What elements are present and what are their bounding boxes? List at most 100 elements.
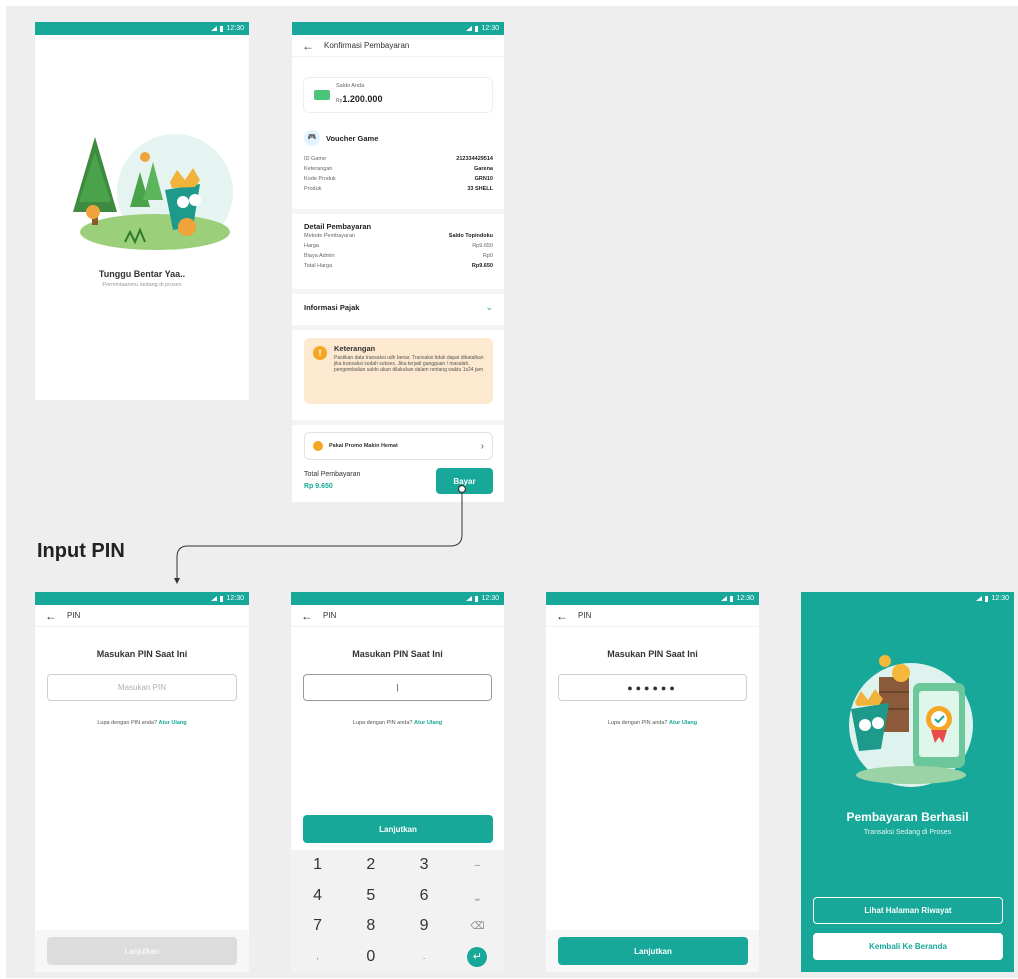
battery-icon (985, 595, 989, 602)
pin-input[interactable]: Masukan PIN (47, 674, 237, 701)
key-6[interactable]: 6 (398, 881, 451, 912)
confirm-screen: 12:30 ← Konfirmasi Pembayaran Saldo Anda… (292, 22, 504, 502)
key-7[interactable]: 7 (291, 911, 344, 942)
loading-illustration (73, 134, 233, 250)
back-arrow-icon[interactable]: ← (556, 610, 568, 622)
enter-key[interactable]: ↵ (451, 942, 504, 973)
continue-button[interactable]: Lanjutkan (47, 937, 237, 965)
numeric-keypad: 1 2 3 – 4 5 6 ⎵ 7 8 9 ⌫ , 0 . ↵ (291, 850, 504, 972)
pin-heading: Masukan PIN Saat Ini (352, 649, 443, 659)
key-3[interactable]: 3 (398, 850, 451, 881)
enter-icon: ↵ (467, 946, 488, 967)
chevron-right-icon: › (480, 440, 484, 452)
tax-title: Informasi Pajak (304, 303, 360, 312)
pin-screen-filled: 12:30 ← PIN Masukan PIN Saat Ini ●●●●●● … (546, 592, 759, 972)
detail-section: Detail Pembayaran Metode Pembayaran Saldo… (304, 222, 493, 271)
total-label: Total Pembayaran (304, 471, 361, 478)
continue-button[interactable]: Lanjutkan (558, 937, 748, 965)
key-2[interactable]: 2 (344, 850, 397, 881)
backspace-icon[interactable]: ⌫ (451, 911, 504, 942)
space-key-icon[interactable]: ⎵ (451, 881, 504, 912)
pin-masked-value: ●●●●●● (627, 682, 678, 693)
note-title: Keterangan (334, 344, 376, 353)
back-arrow-icon[interactable]: ← (45, 610, 57, 622)
voucher-section: 🎮 Voucher Game ID Game 212334429514 Keter… (304, 130, 493, 194)
promo-button[interactable]: Pakai Promo Makin Hemat › (304, 432, 493, 460)
loading-subtitle: Permintaanmu sedang di proses (102, 282, 182, 288)
key-dot[interactable]: . (398, 942, 451, 973)
status-bar: 12:30 (291, 592, 504, 605)
status-time: 12:30 (481, 25, 499, 32)
battery-icon (475, 25, 479, 32)
reset-pin-link[interactable]: Atur Ulang (414, 720, 442, 726)
key-1[interactable]: 1 (291, 850, 344, 881)
detail-row: Total Harga Rp9.650 (304, 263, 493, 269)
key-minus[interactable]: – (451, 850, 504, 881)
status-time: 12:30 (481, 595, 499, 602)
success-subtitle: Transaksi Sedang di Proses (863, 829, 952, 836)
key-4[interactable]: 4 (291, 881, 344, 912)
success-screen: 12:30 Pembayaran Berhasil Transaksi Seda… (801, 592, 1014, 972)
signal-icon (466, 26, 473, 31)
status-bar: 12:30 (292, 22, 504, 35)
back-arrow-icon[interactable]: ← (302, 40, 314, 52)
key-5[interactable]: 5 (344, 881, 397, 912)
status-bar: 12:30 (546, 592, 759, 605)
promo-icon (313, 441, 323, 451)
pin-screen-empty: 12:30 ← PIN Masukan PIN Saat Ini Masukan… (35, 592, 249, 972)
wallet-icon (314, 90, 330, 100)
pin-heading: Masukan PIN Saat Ini (607, 649, 698, 659)
key-9[interactable]: 9 (398, 911, 451, 942)
text-cursor: | (396, 683, 399, 692)
detail-row: Harga Rp9.650 (304, 243, 493, 249)
battery-icon (475, 595, 479, 602)
voucher-row: ID Game 212334429514 (304, 156, 493, 162)
continue-button[interactable]: Lanjutkan (303, 815, 493, 843)
status-bar: 12:30 (35, 592, 249, 605)
key-comma[interactable]: , (291, 942, 344, 973)
section-label: Input PIN (37, 540, 125, 562)
forgot-pin: Lupa dengan PIN anda? Atur Ulang (291, 720, 504, 726)
chevron-down-icon[interactable]: ⌄ (485, 302, 493, 313)
key-8[interactable]: 8 (344, 911, 397, 942)
pay-button[interactable]: Bayar (436, 468, 493, 494)
page-title: Konfirmasi Pembayaran (324, 41, 410, 50)
battery-icon (730, 595, 734, 602)
signal-icon (466, 596, 473, 601)
voucher-row: Keterangan Garena (304, 166, 493, 172)
status-bar: 12:30 (35, 22, 249, 35)
signal-icon (976, 596, 983, 601)
detail-title: Detail Pembayaran (304, 222, 372, 231)
key-0[interactable]: 0 (344, 942, 397, 973)
success-illustration (849, 655, 973, 787)
pin-input[interactable]: ●●●●●● (558, 674, 747, 701)
status-time: 12:30 (991, 595, 1009, 602)
page-title: PIN (323, 611, 337, 620)
voucher-title: Voucher Game (326, 133, 379, 143)
status-time: 12:30 (226, 595, 244, 602)
app-bar: ← PIN (35, 605, 249, 627)
balance-card: Saldo Anda Rp1.200.000 (303, 77, 493, 113)
history-button[interactable]: Lihat Halaman Riwayat (813, 897, 1003, 924)
forgot-pin: Lupa dengan PIN anda? Atur Ulang (35, 720, 249, 726)
battery-icon (220, 595, 224, 602)
pin-input[interactable]: | (303, 674, 492, 701)
forgot-pin-text: Lupa dengan PIN anda? (97, 720, 157, 726)
forgot-pin-text: Lupa dengan PIN anda? (607, 720, 668, 726)
total-value: Rp 9.650 (304, 483, 333, 490)
reset-pin-link[interactable]: Atur Ulang (669, 720, 697, 726)
home-button[interactable]: Kembali Ke Beranda (813, 933, 1003, 960)
tax-accordion[interactable]: Informasi Pajak ⌄ (304, 302, 493, 313)
loading-title: Tunggu Bentar Yaa.. (98, 269, 186, 279)
page-title: PIN (67, 611, 81, 620)
page-title: PIN (578, 611, 592, 620)
reset-pin-link[interactable]: Atur Ulang (159, 720, 187, 726)
app-bar: ← Konfirmasi Pembayaran (292, 35, 504, 57)
forgot-pin: Lupa dengan PIN anda? Atur Ulang (546, 720, 759, 726)
status-time: 12:30 (226, 25, 244, 32)
pin-screen-typing: 12:30 ← PIN Masukan PIN Saat Ini | Lupa … (291, 592, 504, 972)
back-arrow-icon[interactable]: ← (301, 610, 313, 622)
signal-icon (721, 596, 728, 601)
note-text: Pastikan data transaksi udh benar. Trans… (334, 355, 484, 374)
app-bar: ← PIN (291, 605, 504, 627)
